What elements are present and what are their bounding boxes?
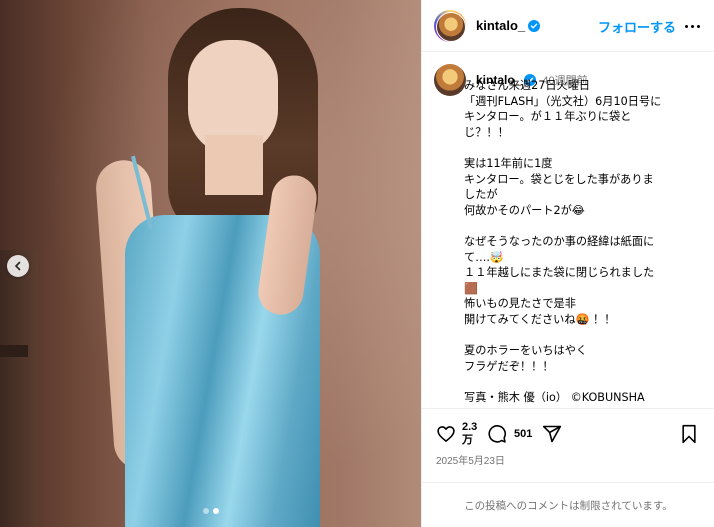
header-username[interactable]: kintalo_: [476, 18, 525, 33]
caption-line: １１年越しにまた袋に閉じられました: [464, 266, 655, 280]
post-header: kintalo_ フォローする: [422, 0, 714, 52]
post-date[interactable]: 2025年5月23日: [436, 452, 505, 467]
caption-line: [464, 328, 704, 344]
caption-line: 実は11年前に1度: [464, 156, 553, 170]
comments-disabled-note: この投稿へのコメントは制限されています。: [464, 499, 673, 512]
caption-line: なぜそうなったのか事の経緯は紙面に: [464, 234, 655, 248]
chevron-left-icon: [14, 261, 21, 271]
caption-line: フラゲだぞ！！！: [464, 359, 554, 373]
caption-text: みなさん来週27日火曜日 「週刊FLASH」（光文社）6月10日号に キンタロー…: [464, 78, 704, 405]
save-button[interactable]: [680, 424, 698, 448]
chair: [0, 250, 38, 527]
avatar[interactable]: [434, 9, 466, 42]
verified-badge-icon: [528, 19, 541, 32]
comment-button[interactable]: [487, 424, 507, 448]
caption-line: じ？！！: [464, 125, 509, 139]
comment-count[interactable]: 501: [514, 428, 532, 441]
caption-line: 写真・熊木 優（io） ©KOBUNSHA: [464, 390, 645, 404]
carousel-prev-button[interactable]: [7, 255, 29, 277]
heart-icon: [437, 426, 455, 442]
caption-line: したが: [464, 188, 498, 202]
caption-line: 開けてみてくださいね🤬 ！！: [464, 312, 616, 326]
caption-line: 🟫: [464, 281, 478, 295]
chair-rail: [0, 345, 28, 357]
caption-line: 怖いもの見たさで是非: [464, 297, 576, 311]
caption-line: キンタロー。袋とじをした事がありま: [464, 172, 654, 186]
carousel-dot: [203, 508, 209, 514]
more-dots-icon[interactable]: [682, 17, 702, 35]
follow-button[interactable]: フォローする: [598, 17, 676, 36]
paper-plane-icon: [542, 425, 562, 443]
like-count-number: 2.3: [462, 421, 478, 433]
action-row: 2.3 万 501: [436, 421, 706, 453]
carousel-dot-active: [213, 508, 219, 514]
caption-line: て….🤯: [464, 250, 504, 264]
caption-line: キンタロー。が１１年ぶりに袋と: [464, 110, 632, 124]
caption-line: [464, 140, 704, 156]
caption-line: みなさん来週27日火曜日: [464, 79, 591, 92]
caption-line: 何故かそのパート2が😂: [464, 203, 585, 217]
like-count[interactable]: 2.3 万: [462, 421, 477, 447]
caption-line: [464, 218, 704, 234]
caption-line: 夏のホラーをいちはやく: [464, 344, 588, 358]
comments-disabled-bar: この投稿へのコメントは制限されています。: [422, 482, 714, 527]
caption-avatar[interactable]: [434, 64, 466, 96]
post-side-panel: kintalo_ フォローする kintalo_ 40週間前 みなさん来週27日…: [421, 0, 714, 527]
carousel-dots: [203, 508, 219, 514]
caption-area[interactable]: kintalo_ 40週間前 みなさん来週27日火曜日 「週刊FLASH」（光文…: [422, 52, 714, 408]
share-button[interactable]: [542, 424, 562, 448]
like-count-unit: 万: [462, 434, 473, 446]
comment-icon: [488, 425, 507, 443]
bookmark-icon: [682, 424, 696, 444]
neck: [205, 135, 263, 195]
caption-line: [464, 374, 704, 390]
like-button[interactable]: [436, 424, 456, 448]
caption-line: 「週刊FLASH」（光文社）6月10日号に: [464, 94, 662, 108]
post-photo[interactable]: [0, 0, 421, 527]
